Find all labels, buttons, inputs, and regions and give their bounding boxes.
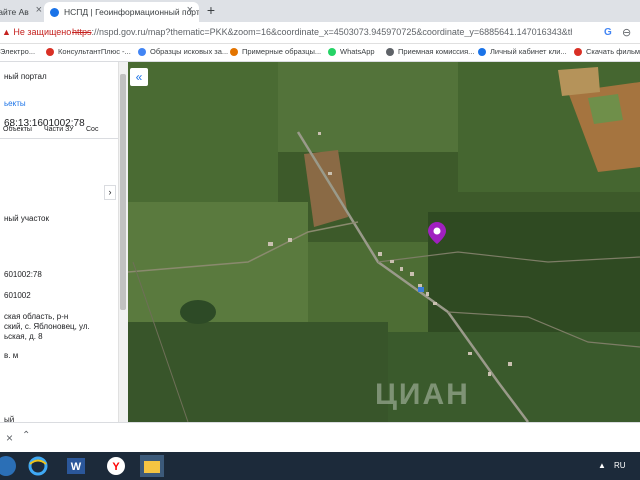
satellite-imagery (128, 62, 640, 422)
address-line: ский, с. Яблоновец, ул. (4, 322, 90, 331)
bookmark-item[interactable]: КонсультантПлюс -... (46, 47, 131, 56)
close-downloads-icon[interactable]: × (6, 431, 13, 445)
cadastral-quarter-value: 601002 (4, 291, 31, 300)
tab-composition[interactable]: Сос (86, 126, 98, 133)
internet-explorer-icon[interactable] (26, 455, 50, 477)
bookmark-icon (386, 47, 394, 56)
cadastral-number-value: 601002:78 (4, 270, 42, 279)
tab-objects[interactable]: Объекты (3, 126, 32, 133)
bookmark-icon (46, 47, 54, 56)
start-orb-icon[interactable] (0, 455, 18, 477)
bookmark-icon (574, 47, 582, 56)
language-indicator[interactable]: RU (614, 461, 626, 470)
objects-link[interactable]: ьекты (4, 99, 26, 108)
sidebar-fragment: ый (4, 415, 15, 422)
bookmark-item[interactable]: Приемная комиссия... (386, 47, 474, 56)
word-icon[interactable]: W (64, 455, 88, 477)
bookmark-item[interactable]: Скачать фильмы (574, 47, 640, 56)
sidebar-scrollbar-thumb[interactable] (120, 74, 126, 310)
browser-tab-active[interactable]: НСПД | Геоинформационный порт × (44, 2, 199, 22)
bookmark-item[interactable]: Образцы исковых за... (138, 47, 228, 56)
bookmark-item[interactable]: WhatsApp (328, 47, 375, 56)
downloads-bar: × ⌃ (0, 422, 640, 452)
tab-label: сайте Ав (0, 7, 29, 17)
url-text[interactable]: https://nspd.gov.ru/map?thematic=PKK&zoo… (72, 27, 572, 37)
google-icon[interactable]: G (604, 27, 615, 38)
zoom-icon[interactable]: ⊖ (622, 26, 631, 39)
tabs-scroll-right-button[interactable]: › (104, 185, 116, 200)
site-favicon-icon (50, 7, 59, 17)
chevron-up-icon[interactable]: ⌃ (22, 430, 30, 441)
watermark-logo: ЦИАН (375, 378, 470, 411)
address-bar[interactable]: ▲ Не защищено https://nspd.gov.ru/map?th… (0, 22, 640, 44)
bookmark-icon (138, 47, 146, 56)
bookmark-item[interactable]: Примерные образцы... (230, 47, 321, 56)
windows-taskbar: W Y ▲ RU (0, 452, 640, 480)
security-warning[interactable]: ▲ Не защищено (2, 27, 71, 37)
sidebar-tabs: Объекты Части ЗУ Сос (0, 123, 118, 139)
object-type: ный участок (4, 214, 49, 223)
location-pin-icon[interactable] (428, 222, 446, 244)
tab-label: НСПД | Геоинформационный порт (64, 7, 199, 17)
info-sidebar: ный портал ьекты 68:13:1601002:78 ный уч… (0, 62, 118, 422)
satellite-map[interactable] (128, 62, 640, 422)
close-tab-icon[interactable]: × (36, 4, 42, 16)
svg-text:W: W (71, 461, 82, 473)
close-tab-icon[interactable]: × (187, 4, 193, 16)
bookmarks-bar: Электро... КонсультантПлюс -... Образцы … (0, 44, 640, 62)
whatsapp-icon (328, 47, 336, 56)
bookmark-icon (478, 47, 486, 56)
browser-tab[interactable]: сайте Ав × (0, 2, 48, 22)
tray-expand-icon[interactable]: ▲ (598, 461, 606, 470)
bookmark-icon (230, 47, 238, 56)
portal-title: ный портал (4, 72, 47, 81)
tab-strip: сайте Ав × НСПД | Геоинформационный порт… (0, 0, 640, 22)
svg-text:Y: Y (112, 461, 120, 473)
address-line: ская область, р-н (4, 312, 69, 321)
bookmark-item[interactable]: Электро... (0, 47, 35, 56)
tab-land-parts[interactable]: Части ЗУ (44, 126, 74, 133)
file-explorer-icon[interactable] (140, 455, 164, 477)
address-line: ьская, д. 8 (4, 332, 43, 341)
new-tab-button[interactable]: + (203, 2, 219, 20)
bookmark-item[interactable]: Личный кабинет кли... (478, 47, 567, 56)
area-unit: в. м (4, 351, 19, 360)
yandex-browser-icon[interactable]: Y (104, 455, 128, 477)
collapse-sidebar-button[interactable]: « (130, 68, 148, 86)
